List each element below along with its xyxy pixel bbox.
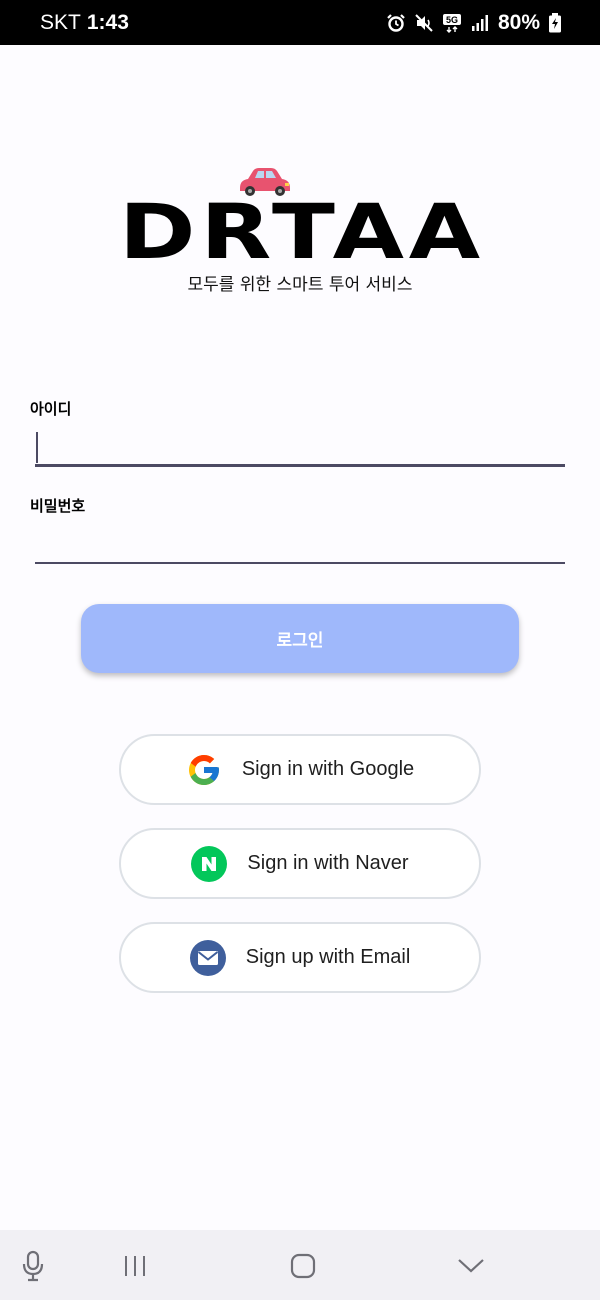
google-icon	[188, 754, 219, 785]
password-underline	[35, 562, 565, 564]
login-button[interactable]: 로그인	[81, 604, 519, 673]
carrier-label: SKT	[40, 10, 81, 34]
battery-percent: 80%	[497, 10, 540, 34]
hide-keyboard-button[interactable]	[453, 1248, 489, 1284]
id-underline	[35, 464, 565, 467]
recent-apps-icon	[125, 1256, 145, 1276]
home-button[interactable]	[285, 1248, 321, 1284]
password-input[interactable]	[35, 522, 565, 562]
email-signup-button[interactable]: Sign up with Email	[119, 922, 481, 993]
clock: 1:43	[86, 10, 129, 34]
svg-text:DRTAA: DRTAA	[119, 196, 485, 266]
mail-icon	[189, 939, 226, 976]
password-label: 비밀번호	[30, 497, 86, 515]
hide-keyboard-icon	[458, 1259, 484, 1273]
logo-wordmark: DRTAA	[119, 196, 485, 266]
status-left: SKT 1:43	[40, 11, 129, 35]
google-signin-button[interactable]: Sign in with Google	[119, 734, 481, 805]
svg-text:5G: 5G	[446, 15, 458, 25]
status-right: 5G 80%	[386, 11, 562, 35]
id-label: 아이디	[30, 400, 72, 418]
tagline: 모두를 위한 스마트 투어 서비스	[187, 275, 413, 295]
naver-signin-button[interactable]: Sign in with Naver	[119, 828, 481, 899]
voice-input-button[interactable]	[15, 1248, 51, 1284]
home-icon	[290, 1253, 316, 1279]
recent-apps-button[interactable]	[117, 1248, 153, 1284]
mic-icon	[22, 1250, 44, 1282]
alarm-icon	[387, 13, 405, 32]
id-input[interactable]	[35, 425, 565, 465]
google-signin-label: Sign in with Google	[241, 758, 415, 780]
system-nav-bar	[0, 1230, 600, 1300]
naver-icon	[191, 845, 228, 882]
naver-signin-label: Sign in with Naver	[247, 852, 409, 874]
email-signup-label: Sign up with Email	[245, 946, 411, 968]
battery-icon	[549, 12, 561, 32]
signal-icon	[471, 14, 488, 31]
5g-icon: 5G	[442, 13, 461, 33]
status-bar: SKT 1:43 5G 80%	[0, 0, 600, 45]
car-icon	[240, 168, 290, 196]
login-screen: SKT 1:43 5G 80% DRTAA 모두를 위한 스마트 투어 서비스 …	[0, 0, 600, 1300]
text-cursor	[36, 432, 38, 463]
mute-icon	[415, 13, 433, 32]
